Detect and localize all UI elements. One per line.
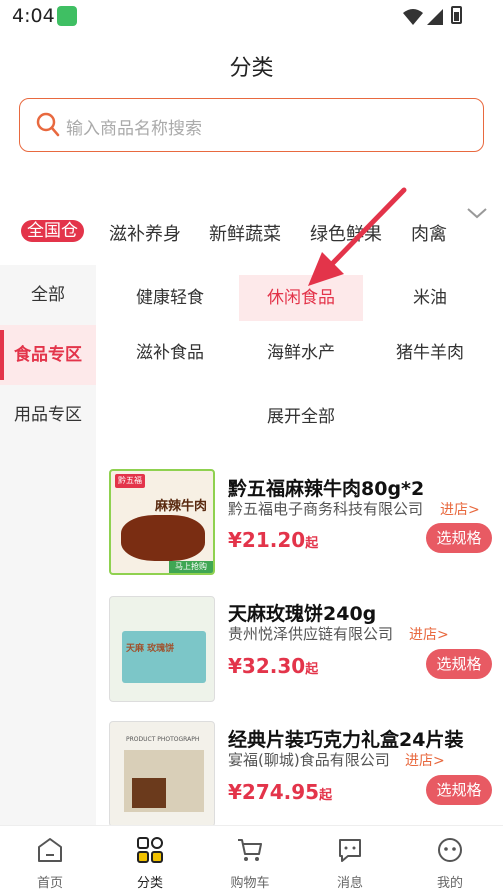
price-suffix: 起 [305,662,319,677]
product-shop: 黔五福电子商务科技有限公司 [228,500,424,518]
expand-all-button[interactable]: 展开全部 [239,394,363,440]
sidebar-item-food[interactable]: 食品专区 [0,325,96,385]
sidebar-item-goods[interactable]: 用品专区 [0,395,96,435]
price-suffix: 起 [305,536,319,551]
chocolate-illustration [132,778,166,808]
subcategory-meat[interactable]: 猪牛羊肉 [368,330,492,376]
wifi-icon [403,9,423,25]
tab-tonic[interactable]: 滋补养身 [109,220,181,246]
product-price: ¥21.20起 [228,528,318,552]
product-price: ¥274.95起 [228,780,332,804]
chevron-down-icon[interactable] [466,205,488,221]
subcategory-seafood[interactable]: 海鲜水产 [239,330,363,376]
nav-cart-label: 购物车 [230,876,270,891]
tab-poultry[interactable]: 肉禽 [411,220,447,246]
search-icon [36,112,60,137]
nav-home-label: 首页 [36,876,63,891]
nav-profile-label: 我的 [436,876,463,891]
price-value: ¥274.95 [228,780,320,804]
product-image-text: 天麻 玫瑰饼 [126,644,175,654]
battery-icon [451,6,462,24]
category-tabs: 全国仓 滋补养身 新鲜蔬菜 绿色鲜果 肉禽 [0,212,503,252]
search-input[interactable]: 输入商品名称搜索 [19,98,484,152]
cart-icon [238,839,262,861]
product-name[interactable]: 天麻玫瑰饼240g [228,599,376,626]
product-price: ¥32.30起 [228,654,318,678]
product-shop: 宴福(聊城)食品有限公司 [228,751,390,769]
shop-link[interactable]: 进店> [405,750,445,770]
subcategory-tonic-food[interactable]: 滋补食品 [108,330,232,376]
nav-home[interactable]: 首页 [0,826,100,895]
tab-national-warehouse[interactable]: 全国仓 [21,220,84,242]
shop-link[interactable]: 进店> [409,624,449,644]
signal-icon [427,9,443,25]
product-image[interactable]: PRODUCT PHOTOGRAPH [109,721,215,827]
profile-icon [438,838,462,862]
beef-illustration [121,515,205,561]
select-spec-button[interactable]: 选规格 [426,523,492,553]
nav-profile[interactable]: 我的 [400,826,500,895]
annotation-arrow [308,187,407,286]
category-icon [137,837,163,863]
product-image[interactable]: 黔五福 麻辣牛肉 马上抢购 [109,469,215,575]
nav-category[interactable]: 分类 [100,826,200,895]
nav-category-label: 分类 [136,876,163,891]
status-time: 4:04 [12,5,55,27]
product-brand-tag: 黔五福 [115,474,145,488]
price-value: ¥21.20 [228,528,306,552]
tab-vegetables[interactable]: 新鲜蔬菜 [209,220,281,246]
product-name[interactable]: 经典片装巧克力礼盒24片装 [228,725,463,752]
nav-messages-label: 消息 [336,876,363,891]
product-shop: 贵州悦泽供应链有限公司 [228,625,394,643]
sidebar-item-all[interactable]: 全部 [0,275,96,315]
app-notification-icon [57,6,77,26]
gift-box-illustration [122,631,206,683]
product-image-text: 麻辣牛肉 [155,499,208,514]
page-title: 分类 [229,56,274,81]
search-placeholder: 输入商品名称搜索 [66,119,202,139]
home-icon [38,838,62,862]
product-image-text: PRODUCT PHOTOGRAPH [126,736,200,743]
shop-link[interactable]: 进店> [440,499,480,519]
select-spec-button[interactable]: 选规格 [426,775,492,805]
status-bar: 4:04 [0,0,503,34]
subcategory-health[interactable]: 健康轻食 [108,275,232,321]
message-icon [339,839,361,862]
select-spec-button[interactable]: 选规格 [426,649,492,679]
product-badge: 马上抢购 [169,561,213,573]
product-image[interactable]: 天麻 玫瑰饼 [109,596,215,702]
price-suffix: 起 [319,788,333,803]
price-value: ¥32.30 [228,654,306,678]
product-name[interactable]: 黔五福麻辣牛肉80g*2 [228,474,424,501]
sidebar-active-indicator [0,330,4,380]
nav-cart[interactable]: 购物车 [200,826,300,895]
bottom-nav: 首页 分类 购物车 消息 我的 [0,825,503,895]
sidebar: 全部 食品专区 用品专区 [0,265,96,825]
nav-messages[interactable]: 消息 [300,826,400,895]
